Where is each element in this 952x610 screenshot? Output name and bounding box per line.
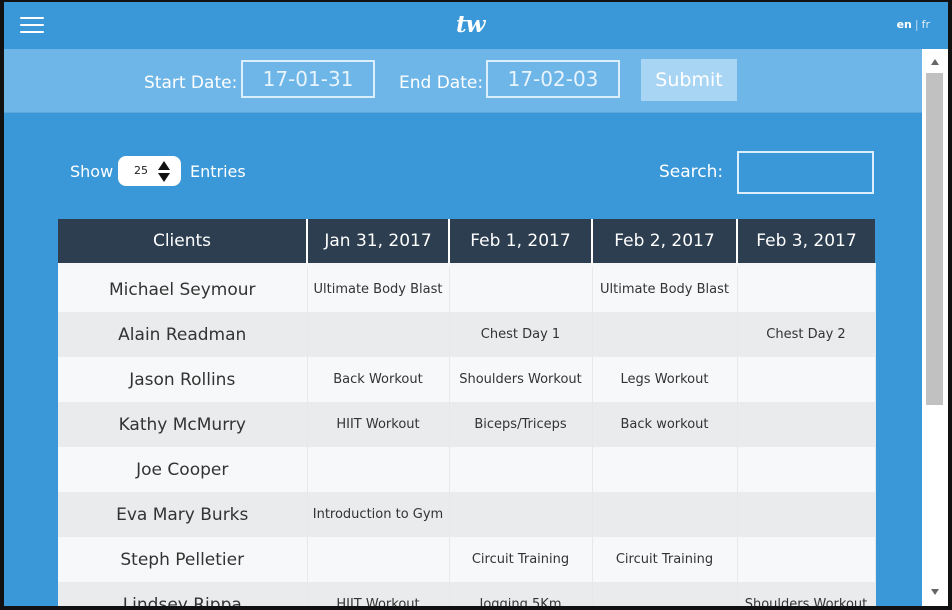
arrow-up-icon[interactable] (931, 59, 939, 65)
client-name: Alain Readman (58, 312, 308, 357)
schedule-table: Clients Jan 31, 2017 Feb 1, 2017 Feb 2, … (58, 219, 876, 606)
entries-value: 25 (134, 164, 148, 177)
workout-cell (307, 537, 450, 582)
workout-cell (307, 447, 450, 492)
table-row: Steph Pelletier Circuit Training Circuit… (58, 537, 876, 582)
client-name: Kathy McMurry (58, 402, 308, 447)
client-name: Joe Cooper (58, 447, 308, 492)
table-row: Joe Cooper (58, 447, 876, 492)
workout-cell: Ultimate Body Blast (592, 263, 738, 312)
vertical-scrollbar[interactable] (922, 49, 948, 606)
table-row: Alain Readman Chest Day 1 Chest Day 2 (58, 312, 876, 357)
scrollbar-thumb[interactable] (926, 73, 943, 405)
workout-cell (592, 447, 738, 492)
workout-cell (449, 447, 593, 492)
top-navigation-bar: tw en | fr (4, 2, 948, 49)
table-row: Kathy McMurry HIIT Workout Biceps/Tricep… (58, 402, 876, 447)
workout-cell (449, 263, 593, 312)
workout-cell (737, 357, 876, 402)
client-name: Eva Mary Burks (58, 492, 308, 537)
search-label: Search: (659, 162, 724, 182)
start-date-label: Start Date: (144, 73, 238, 93)
workout-cell (737, 492, 876, 537)
search-input[interactable] (737, 151, 874, 194)
workout-cell (737, 447, 876, 492)
table-row: Jason Rollins Back Workout Shoulders Wor… (58, 357, 876, 402)
workout-cell (737, 263, 876, 312)
workout-cell (592, 492, 738, 537)
triangle-up-icon[interactable] (158, 161, 170, 170)
lang-en-link[interactable]: en (897, 18, 912, 31)
table-header-row: Clients Jan 31, 2017 Feb 1, 2017 Feb 2, … (58, 219, 875, 265)
workout-cell (592, 582, 738, 606)
column-header-date[interactable]: Feb 3, 2017 (737, 219, 875, 265)
workout-cell: Shoulders Workout (449, 357, 593, 402)
client-name: Lindsey Rippa (58, 582, 308, 606)
app-window: tw en|fr Start Date: End Date: Submit Sh… (4, 2, 948, 606)
workout-cell (449, 492, 593, 537)
hamburger-icon[interactable] (20, 17, 44, 35)
workout-cell: Chest Day 1 (449, 312, 593, 357)
workout-cell: Circuit Training (592, 537, 738, 582)
workout-cell: Biceps/Triceps (449, 402, 593, 447)
table-row: Eva Mary Burks Introduction to Gym (58, 492, 876, 537)
workout-cell (307, 312, 450, 357)
entries-stepper[interactable]: 25 (118, 156, 181, 186)
end-date-input[interactable] (486, 60, 620, 98)
workout-cell: Shoulders Workout (737, 582, 876, 606)
workout-cell: Back Workout (307, 357, 450, 402)
entries-label: Entries (190, 162, 246, 181)
workout-cell: Chest Day 2 (737, 312, 876, 357)
client-name: Michael Seymour (58, 263, 308, 312)
workout-cell: Ultimate Body Blast (307, 263, 450, 312)
workout-cell: Circuit Training (449, 537, 593, 582)
submit-button[interactable]: Submit (641, 59, 737, 101)
column-header-date[interactable]: Jan 31, 2017 (307, 219, 450, 265)
table-row: Lindsey Rippa HIIT Workout Jogging 5Km S… (58, 582, 876, 606)
logo[interactable]: tw (456, 11, 485, 38)
language-switcher: en | fr (897, 18, 930, 31)
workout-cell (737, 402, 876, 447)
column-header-date[interactable]: Feb 1, 2017 (449, 219, 593, 265)
workout-cell: HIIT Workout (307, 582, 450, 606)
start-date-input[interactable] (241, 60, 375, 98)
workout-cell: Legs Workout (592, 357, 738, 402)
lang-fr-link[interactable]: fr (922, 18, 930, 31)
triangle-down-icon[interactable] (158, 173, 170, 182)
table-row: Michael Seymour Ultimate Body Blast Ulti… (58, 263, 876, 312)
client-name: Steph Pelletier (58, 537, 308, 582)
show-label: Show (70, 162, 114, 181)
client-name: Jason Rollins (58, 357, 308, 402)
workout-cell: Introduction to Gym (307, 492, 450, 537)
arrow-down-icon[interactable] (931, 589, 939, 595)
workout-cell: Jogging 5Km (449, 582, 593, 606)
end-date-label: End Date: (399, 73, 484, 93)
workout-cell: HIIT Workout (307, 402, 450, 447)
workout-cell (592, 312, 738, 357)
workout-cell (737, 537, 876, 582)
lang-separator: | (914, 18, 919, 31)
date-filter-bar: Start Date: End Date: Submit (4, 49, 922, 113)
column-header-date[interactable]: Feb 2, 2017 (592, 219, 738, 265)
column-header-clients[interactable]: Clients (58, 219, 308, 265)
workout-cell: Back workout (592, 402, 738, 447)
